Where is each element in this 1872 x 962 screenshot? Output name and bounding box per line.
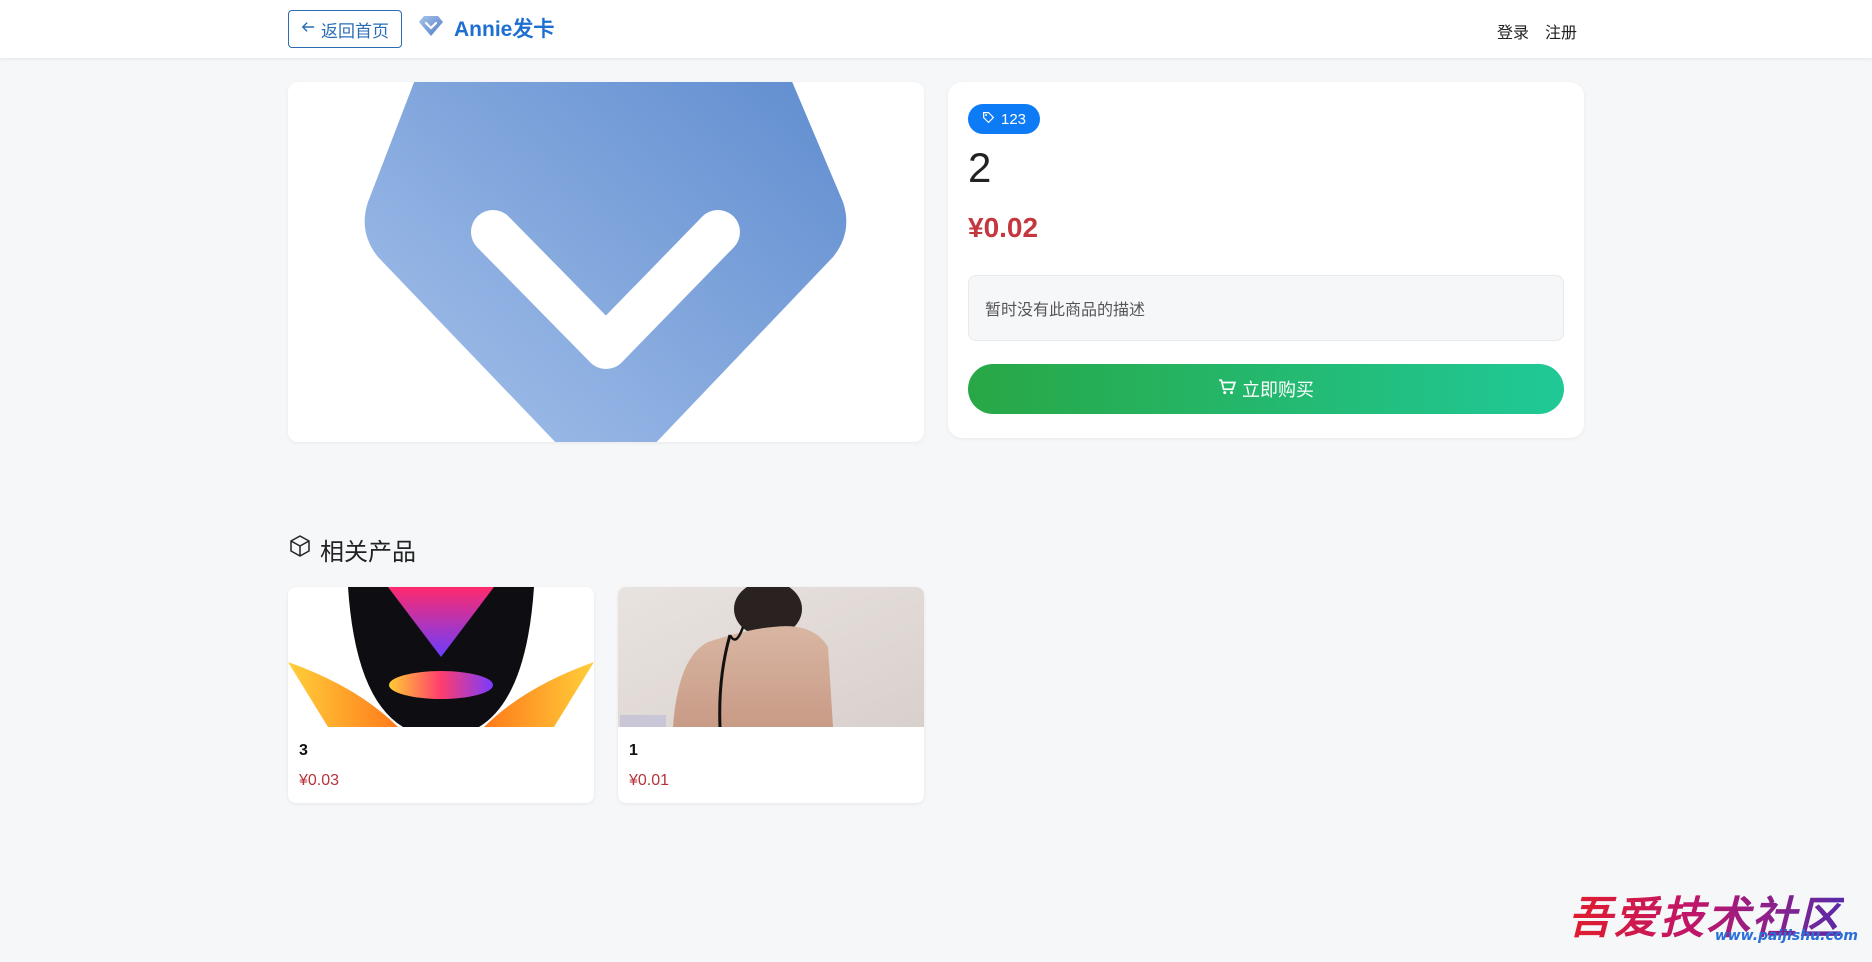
related-product-card[interactable]: 1 ¥0.01 xyxy=(618,587,924,803)
related-products-heading: 相关产品 xyxy=(288,532,416,567)
auth-links: 登录 注册 xyxy=(1497,19,1577,43)
related-product-card[interactable]: 3 ¥0.03 xyxy=(288,587,594,803)
diamond-icon xyxy=(418,14,444,43)
product-info-card: 123 2 ¥0.02 暂时没有此商品的描述 立即购买 xyxy=(948,82,1584,438)
product-description-text: 暂时没有此商品的描述 xyxy=(985,302,1146,319)
register-link[interactable]: 注册 xyxy=(1545,19,1577,43)
product-logo-illustration xyxy=(364,82,847,442)
cart-icon xyxy=(1218,378,1237,401)
arrow-left-icon xyxy=(301,19,315,39)
related-product-price: ¥0.03 xyxy=(299,772,340,789)
box-icon xyxy=(288,534,312,565)
related-product-image xyxy=(288,587,594,727)
product-image xyxy=(288,82,924,442)
category-tag-label: 123 xyxy=(1001,110,1027,128)
tag-icon xyxy=(982,111,995,128)
watermark-url: www.paijishu.com xyxy=(1714,928,1858,944)
product-name: 2 xyxy=(968,144,992,191)
site-watermark: 吾爱技术社区 www.paijishu.com xyxy=(1568,882,1864,954)
category-tag[interactable]: 123 xyxy=(968,104,1041,134)
back-home-button[interactable]: 返回首页 xyxy=(288,10,402,48)
brand-logo-link[interactable]: Annie发卡 xyxy=(418,13,554,43)
buy-now-label: 立即购买 xyxy=(1242,380,1314,400)
buy-now-button[interactable]: 立即购买 xyxy=(968,364,1564,414)
brand-name: Annie发卡 xyxy=(454,18,555,41)
product-price: ¥0.02 xyxy=(968,212,1039,243)
related-product-name: 3 xyxy=(299,742,308,759)
related-product-image xyxy=(618,587,924,727)
product-description: 暂时没有此商品的描述 xyxy=(968,275,1564,341)
top-navbar: 返回首页 Annie发卡 登录 注册 xyxy=(0,0,1872,58)
related-product-price: ¥0.01 xyxy=(629,772,670,789)
login-link[interactable]: 登录 xyxy=(1497,19,1529,43)
related-product-name: 1 xyxy=(629,742,638,759)
back-home-label: 返回首页 xyxy=(321,21,389,41)
related-products-title: 相关产品 xyxy=(320,539,416,566)
